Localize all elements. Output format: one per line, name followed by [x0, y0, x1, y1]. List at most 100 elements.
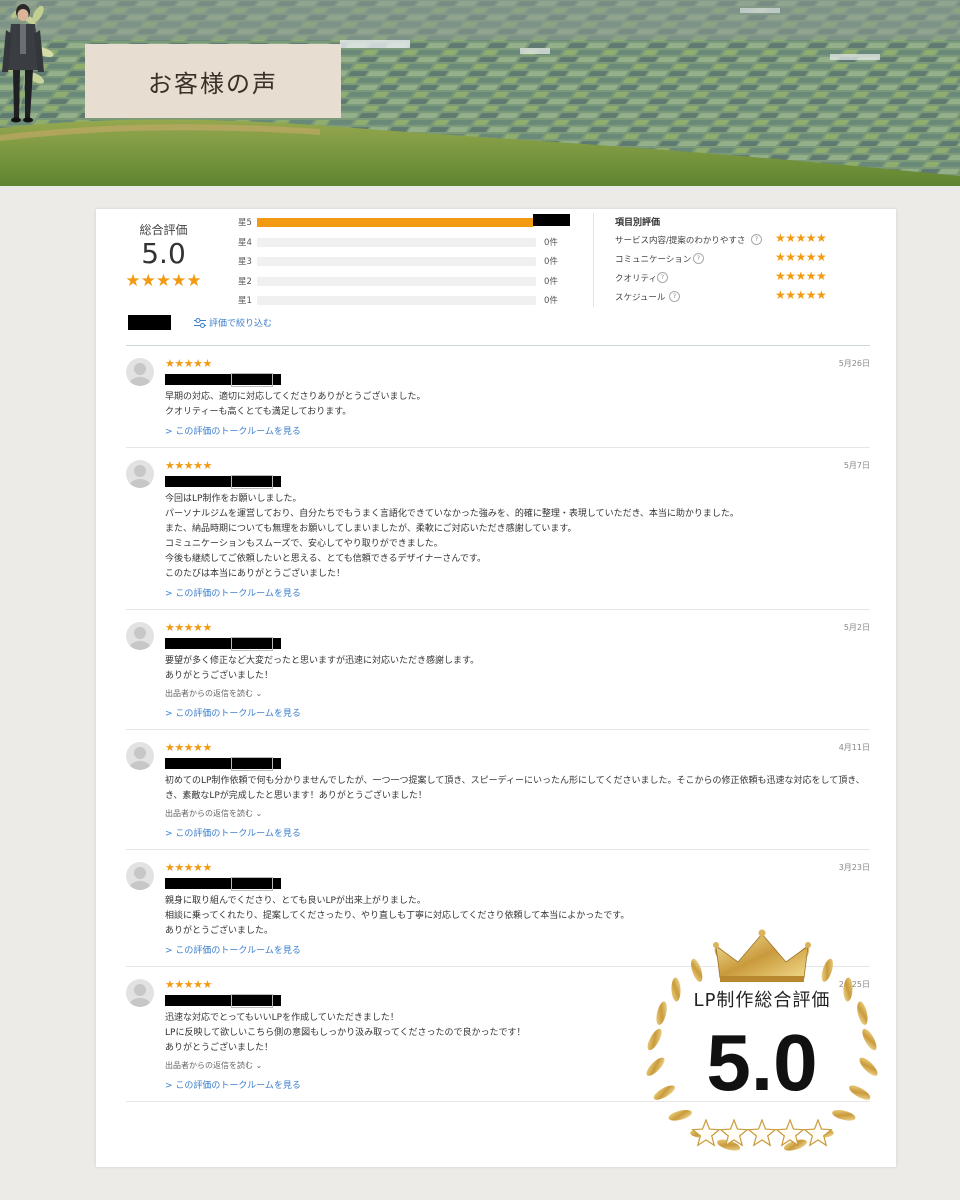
criteria-row: サービス内容/提案のわかりやすさ? ★★★★★: [615, 231, 885, 250]
redacted-username: [165, 475, 281, 489]
bar-fill: [257, 218, 534, 227]
avatar-icon: [126, 358, 154, 386]
review-date: 5月2日: [843, 623, 870, 632]
rating-bar-row: 星4 0件: [236, 233, 576, 253]
bar-label: 星4: [238, 237, 252, 248]
review-stars-icon: ★★★★★: [165, 978, 212, 991]
review-text: 親身に取り組んでくださり、とても良いLPが出来上がりました。: [165, 896, 426, 906]
review-text: コミュニケーションもスムーズで、安心してやり取りができました。: [165, 539, 443, 549]
review-date: 3月23日: [838, 863, 870, 872]
review-text: クオリティーも高くとても満足しております。: [165, 407, 352, 417]
review-text: 迅速な対応でとってもいいLPを作成していただきました！: [165, 1013, 399, 1023]
bar-track: [257, 237, 536, 247]
criteria-row: クオリティ? ★★★★★: [615, 269, 885, 288]
help-icon[interactable]: ?: [693, 253, 704, 264]
redacted-username: [165, 994, 281, 1008]
review-stars-icon: ★★★★★: [165, 621, 212, 634]
person-figure: [2, 4, 44, 123]
bar-track: [257, 218, 536, 227]
avatar-icon: [126, 862, 154, 890]
bar-count: 0件: [544, 237, 558, 248]
redacted-username: [165, 637, 281, 651]
help-icon[interactable]: ?: [751, 234, 762, 245]
badge-score: 5.0: [706, 1018, 818, 1107]
badge-star-icon: [803, 1118, 833, 1147]
redacted-sort: [128, 315, 171, 330]
review-text: このたびは本当にありがとうございました！: [165, 569, 346, 579]
talkroom-link[interactable]: > この評価のトークルームを見る: [165, 706, 301, 719]
review-text: ありがとうございました！: [165, 671, 274, 681]
talkroom-link[interactable]: > この評価のトークルームを見る: [165, 586, 301, 599]
review-item: ★★★★★ 4月11日 初めてのLP制作依頼で何も分かりませんでしたが、一つ一つ提案…: [126, 730, 870, 850]
read-reply-button[interactable]: 出品者からの返信を読む ⌄: [165, 1060, 262, 1071]
read-reply-button[interactable]: 出品者からの返信を読む ⌄: [165, 808, 262, 819]
criteria-row: スケジュール? ★★★★★: [615, 288, 885, 307]
laurel-leaf: [691, 958, 703, 982]
talkroom-link[interactable]: > この評価のトークルームを見る: [165, 943, 301, 956]
criteria-ratings: 項目別評価 サービス内容/提案のわかりやすさ? ★★★★★ コミュニケーション? ★★…: [615, 215, 885, 307]
redacted-username: [165, 877, 281, 891]
laurel-leaf: [832, 1110, 856, 1121]
section-title-box: お客様の声: [85, 44, 341, 118]
stars-icon: ★★★★★: [775, 231, 827, 245]
review-text: ありがとうございました。: [165, 926, 274, 936]
bar-track: [257, 296, 536, 305]
avatar-icon: [126, 742, 154, 770]
filter-button[interactable]: 評価で絞り込む: [194, 316, 272, 329]
bar-label: 星2: [238, 276, 252, 287]
review-text: 要望が多く修正など大変だったと思いますが迅速に対応いただき感謝します。: [165, 656, 480, 666]
review-stars-icon: ★★★★★: [165, 861, 212, 874]
bar-label: 星3: [238, 257, 252, 267]
review-text: ありがとうございました！: [165, 1043, 274, 1053]
criteria-title: 項目別評価: [615, 218, 661, 228]
avatar-icon: [126, 979, 154, 1007]
review-text: LPに反映して欲しいこちら側の意図もしっかり汲み取ってくださったので良かったです…: [165, 1028, 526, 1038]
review-text: 初めてのLP制作依頼で何も分かりませんでしたが、一つ一つ提案して頂き、スピーディ…: [165, 776, 865, 786]
review-stars-icon: ★★★★★: [165, 357, 212, 370]
rating-bar-row: 星1 0件: [236, 291, 576, 311]
bar-count: 0件: [544, 276, 558, 287]
criteria-label: クオリティ: [615, 274, 657, 284]
overall-stars-icon: ★★★★★: [125, 271, 202, 291]
overall-rating-label: 総合評価: [139, 223, 188, 237]
review-text: 今後も継続してご依頼したいと思える、とても信頼できるデザイナーさんです。: [165, 554, 487, 564]
filter-sliders-icon: [194, 317, 206, 328]
help-icon[interactable]: ?: [669, 291, 680, 302]
review-date: 5月7日: [843, 461, 870, 470]
rating-summary: 総合評価 5.0 ★★★★★ 星5 星4 0件 星3 0件 星2 0件 星1 0件 項目別評価 …: [96, 209, 896, 309]
talkroom-link[interactable]: > この評価のトークルームを見る: [165, 424, 301, 437]
review-text: パーソナルジムを運営しており、自分たちでもうまく言語化できていなかった強みを、的…: [165, 509, 739, 519]
stars-icon: ★★★★★: [775, 250, 827, 264]
review-text: き、素敵なLPが完成したと思います！ありがとうございました！: [165, 791, 427, 801]
badge-star-icon: [691, 1118, 721, 1147]
rating-badge: LP制作総合評価 5.0: [636, 928, 888, 1164]
avatar-icon: [126, 460, 154, 488]
rating-bar-row: 星2 0件: [236, 272, 576, 292]
review-text: 相談に乗ってくれたり、提案してくださったり、やり直しも丁寧に対応してくださり依頼…: [165, 911, 630, 921]
badge-star-icon: [747, 1118, 777, 1147]
review-date: 5月26日: [838, 359, 870, 368]
rating-bar-row: 星3 0件: [236, 252, 576, 272]
badge-title: LP制作総合評価: [693, 990, 831, 1011]
bar-track: [257, 257, 536, 266]
review-text: 早期の対応、適切に対応してくださりありがとうございました。: [165, 392, 426, 402]
review-stars-icon: ★★★★★: [165, 459, 212, 472]
talkroom-link[interactable]: > この評価のトークルームを見る: [165, 826, 301, 839]
stars-icon: ★★★★★: [775, 269, 827, 283]
talkroom-link[interactable]: > この評価のトークルームを見る: [165, 1078, 301, 1091]
help-icon[interactable]: ?: [657, 272, 668, 283]
read-reply-button[interactable]: 出品者からの返信を読む ⌄: [165, 688, 262, 699]
laurel-leaf: [821, 958, 833, 982]
bar-label: 星5: [238, 218, 252, 228]
criteria-label: サービス内容/提案のわかりやすさ: [615, 236, 746, 246]
review-text: また、納品時期についても無理をお願いしてしまいましたが、柔軟にご対応いただき感謝…: [165, 524, 577, 534]
criteria-row: コミュニケーション? ★★★★★: [615, 250, 885, 269]
bar-count: 0件: [544, 296, 558, 306]
stars-icon: ★★★★★: [775, 288, 827, 302]
bar-count: 0件: [544, 257, 558, 267]
criteria-label: スケジュール: [615, 293, 666, 303]
avatar-icon: [126, 622, 154, 650]
laurel-leaf: [668, 1110, 692, 1121]
review-item: ★★★★★ 5月7日 今回はLP制作をお願いしました。 パーソナルジムを運営しており、…: [126, 448, 870, 610]
overall-rating-score: 5.0: [141, 237, 186, 270]
